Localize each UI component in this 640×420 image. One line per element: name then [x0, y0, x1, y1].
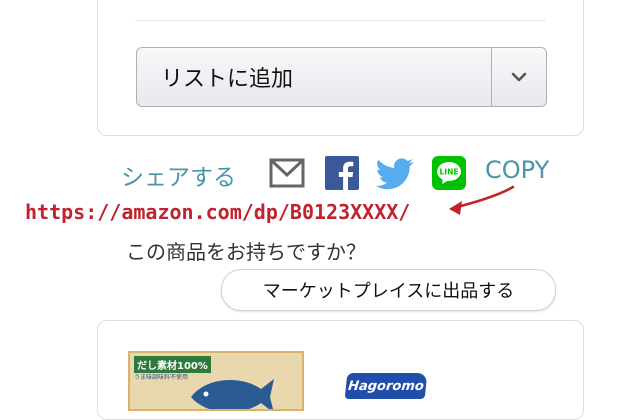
- fish-illustration-icon: [191, 379, 274, 409]
- sell-on-marketplace-button[interactable]: マーケットプレイスに出品する: [221, 269, 556, 311]
- line-text: LINE: [440, 168, 459, 177]
- chevron-down-icon: [511, 72, 527, 82]
- facebook-icon[interactable]: [325, 156, 359, 190]
- copy-link[interactable]: COPY: [485, 156, 549, 184]
- share-label: シェアする: [121, 165, 236, 191]
- own-item-question: この商品をお持ちですか？: [126, 240, 366, 264]
- mail-icon[interactable]: [269, 158, 305, 188]
- product-badge-sub: うま味調味料不使用: [134, 374, 189, 381]
- add-to-list-label: リストに追加: [161, 67, 294, 92]
- twitter-icon[interactable]: [376, 158, 414, 190]
- product-image[interactable]: だし素材100% うま味調味料不使用: [128, 351, 304, 411]
- list-card: リストに追加: [97, 0, 584, 136]
- list-dropdown-toggle[interactable]: [492, 48, 546, 106]
- brand-logo: Hagoromo: [344, 373, 428, 399]
- arrow-icon: [449, 185, 515, 215]
- divider: [135, 20, 546, 21]
- product-card: だし素材100% うま味調味料不使用 Hagoromo: [97, 320, 584, 420]
- add-to-list-button[interactable]: リストに追加: [136, 47, 547, 107]
- annotation-url: https://amazon.com/dp/B0123XXXX/: [25, 200, 411, 224]
